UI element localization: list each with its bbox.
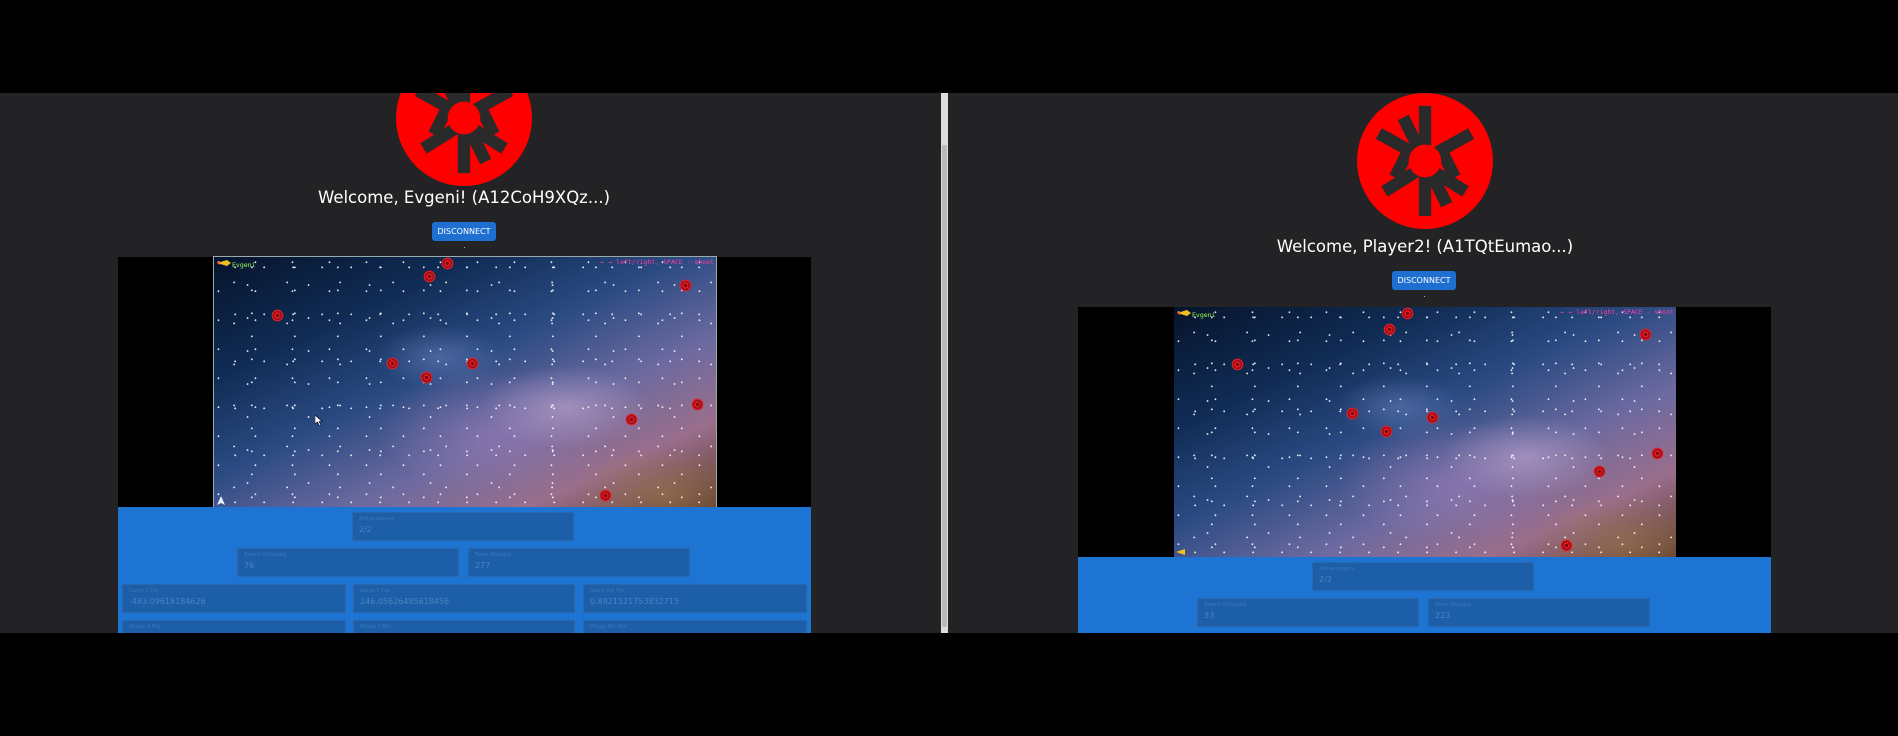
starfield (1174, 307, 1676, 557)
target-icon (625, 413, 638, 426)
target-icon (271, 309, 284, 322)
field-label: Wrapp Y Pos (360, 624, 391, 630)
tokens-collected-field: Tokens Collected 33 (1197, 598, 1419, 627)
target-icon (441, 257, 454, 270)
wrapp-x-pos-field: Wrapp X Pos (122, 620, 346, 633)
disconnect-button[interactable]: DISCONNECT (1392, 271, 1456, 290)
controls-hint: ← → left/right, SPACE - shoot (600, 258, 715, 266)
stats-panel: Active players 2/2 Tokens Collected 76 T… (118, 507, 811, 633)
starfield (214, 257, 716, 507)
field-label: Wrapp X Pos (129, 624, 161, 630)
player-name-label: Evgeni (1192, 311, 1216, 319)
target-icon (1639, 328, 1652, 341)
field-label: Active players (1319, 566, 1355, 572)
pane-scrollbar[interactable] (941, 93, 948, 633)
player-name-label: Evgeni (232, 261, 256, 269)
game-y-pos-field: Game Y Pos 246.05626485618456 (353, 584, 575, 613)
field-value: 277 (475, 561, 491, 570)
target-icon (420, 371, 433, 384)
field-value: 223 (1435, 611, 1451, 620)
player-ship-bottom-icon (217, 496, 225, 505)
player-ship-icon (1176, 308, 1192, 318)
field-label: Game X Pos (129, 588, 159, 594)
field-value: 246.05626485618456 (360, 597, 450, 606)
separator-dot (1424, 296, 1425, 297)
field-label: Wrapp Rot Pos (590, 624, 627, 630)
target-icon (466, 357, 479, 370)
player-ship-bottom-icon (1176, 549, 1185, 555)
target-icon (1380, 425, 1393, 438)
wrapp-rot-pos-field: Wrapp Rot Pos (583, 620, 807, 633)
game-container: Evgeni ← → left/right, SPACE - shoot (1078, 307, 1771, 557)
field-label: Tokens Collected (1204, 602, 1246, 608)
field-value: 0.8921521753832715 (590, 597, 680, 606)
token-balance-field: Token Balance 277 (468, 548, 690, 577)
game-x-pos-field: Game X Pos -483.09618184626 (122, 584, 346, 613)
target-icon (1231, 358, 1244, 371)
left-browser-pane: Welcome, Evgeni! (A12CoH9XQz...) DISCONN… (0, 93, 941, 633)
field-label: Game Y Pos (360, 588, 390, 594)
welcome-text: Welcome, Evgeni! (A12CoH9XQz...) (317, 188, 611, 207)
token-balance-field: Token Balance 223 (1428, 598, 1650, 627)
tokens-collected-field: Tokens Collected 76 (237, 548, 459, 577)
game-canvas[interactable]: Evgeni ← → left/right, SPACE - shoot (1174, 307, 1676, 557)
field-label: Tokens Collected (244, 552, 286, 558)
player-ship-icon (216, 258, 232, 268)
target-icon (1383, 323, 1396, 336)
target-icon (1560, 539, 1573, 552)
right-browser-pane: Welcome, Player2! (A1TQtEumao...) DISCON… (948, 93, 1898, 633)
target-icon (1593, 465, 1606, 478)
stats-panel: Active players 2/2 Tokens Collected 33 T… (1078, 557, 1771, 633)
wrapp-y-pos-field: Wrapp Y Pos (353, 620, 575, 633)
game-rot-pos-field: Game Rot Pos 0.8921521753832715 (583, 584, 807, 613)
logo (1357, 93, 1493, 229)
target-icon (1346, 407, 1359, 420)
mouse-cursor-icon (315, 415, 323, 426)
field-label: Active players (359, 516, 395, 522)
target-icon (1426, 411, 1439, 424)
field-value: 33 (1204, 611, 1215, 620)
field-value: 76 (244, 561, 255, 570)
active-players-field: Active players 2/2 (352, 512, 574, 541)
target-icon (1401, 307, 1414, 320)
field-label: Token Balance (1435, 602, 1471, 608)
game-container: Evgeni ← → left/right, SPACE - shoot (118, 256, 811, 508)
controls-hint: ← → left/right, SPACE - shoot (1560, 308, 1675, 316)
field-value: 2/2 (1319, 575, 1332, 584)
target-icon (691, 398, 704, 411)
logo (396, 93, 532, 186)
target-icon (679, 279, 692, 292)
disconnect-button[interactable]: DISCONNECT (432, 222, 496, 241)
welcome-text: Welcome, Player2! (A1TQtEumao...) (1276, 237, 1574, 256)
scrollbar-thumb[interactable] (942, 145, 947, 627)
separator-dot (464, 247, 465, 248)
active-players-field: Active players 2/2 (1312, 562, 1534, 591)
field-label: Token Balance (475, 552, 511, 558)
field-label: Game Rot Pos (590, 588, 625, 594)
target-icon (423, 270, 436, 283)
target-icon (1651, 447, 1664, 460)
field-value: 2/2 (359, 525, 372, 534)
target-icon (599, 489, 612, 502)
target-icon (386, 357, 399, 370)
field-value: -483.09618184626 (129, 597, 206, 606)
game-canvas[interactable]: Evgeni ← → left/right, SPACE - shoot (213, 256, 717, 508)
